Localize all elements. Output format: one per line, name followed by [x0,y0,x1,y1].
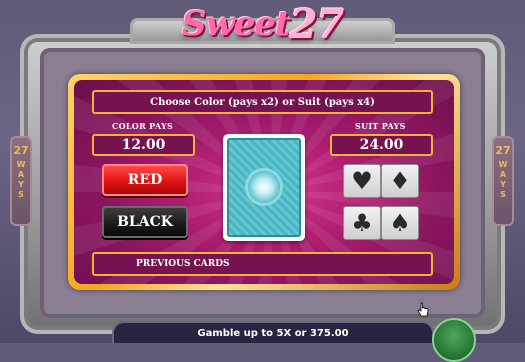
gamble-status-text: Gamble up to 5X or 375.00 [197,327,349,339]
spade-icon: ♠ [389,209,411,237]
diamond-suit-button[interactable]: ♦ [381,164,419,198]
ways-indicator-right: 27 WAYS [492,136,514,226]
hand-cursor-icon [417,302,429,317]
diamond-icon: ♦ [389,167,411,195]
spin-button[interactable] [432,318,476,362]
color-pays-label: COLOR PAYS [112,121,174,131]
previous-cards-label: PREVIOUS CARDS [136,259,230,269]
ways-number-right: 27 [495,144,511,157]
color-pays-value: 12.00 [92,134,195,156]
club-icon: ♣ [351,209,373,237]
gamble-instructions: Choose Color (pays x2) or Suit (pays x4) [92,90,433,114]
card-back-medallion-icon [248,171,280,203]
suit-pays-label: SUIT PAYS [355,121,406,131]
heart-suit-button[interactable]: ♥ [343,164,381,198]
logo-number: 27 [289,0,345,48]
ways-indicator-left: 27 WAYS [10,136,32,226]
face-down-card [223,134,305,241]
suit-pays-value: 24.00 [330,134,433,156]
card-back-pattern [227,138,301,237]
game-logo: Sweet 27 [165,0,360,48]
spade-suit-button[interactable]: ♠ [381,206,419,240]
gamble-status-bar: Gamble up to 5X or 375.00 [112,321,434,343]
ways-label-right: WAYS [498,160,508,200]
heart-icon: ♥ [351,167,373,195]
black-button[interactable]: BLACK [102,206,188,238]
ways-label-left: WAYS [16,160,26,200]
ways-number-left: 27 [13,144,29,157]
club-suit-button[interactable]: ♣ [343,206,381,240]
red-button[interactable]: RED [102,164,188,196]
previous-cards-bar: PREVIOUS CARDS [92,252,433,276]
logo-word: Sweet [181,4,291,44]
